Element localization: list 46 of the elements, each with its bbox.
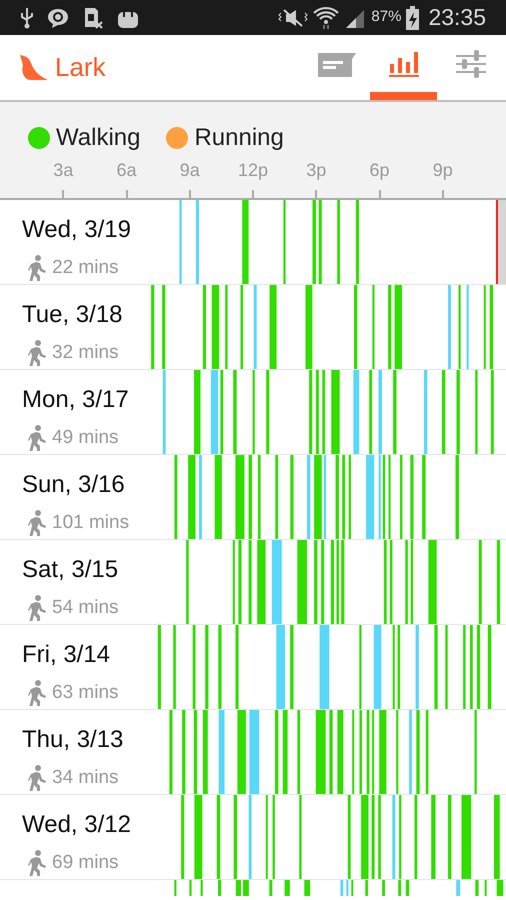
day-date: Sun, 3/16 xyxy=(22,470,126,500)
mute-icon xyxy=(278,8,308,28)
walking-duration: 49 mins xyxy=(52,426,119,450)
chat-bubble-icon xyxy=(46,6,70,28)
walking-duration: 69 mins xyxy=(52,851,119,875)
time-tick-label: 6p xyxy=(369,159,390,182)
time-tick-label: 9a xyxy=(180,159,200,182)
day-date: Wed, 3/19 xyxy=(22,215,132,245)
bar-chart-icon xyxy=(388,50,418,78)
walking-person-icon xyxy=(28,340,46,366)
day-date: Tue, 3/18 xyxy=(22,300,124,330)
time-tick-label: 6a xyxy=(116,159,137,182)
walking-duration: 54 mins xyxy=(52,596,119,620)
day-date: Fri, 3/14 xyxy=(22,640,112,670)
day-date: Mon, 3/17 xyxy=(22,385,130,415)
battery-percent: 87% xyxy=(371,7,402,28)
sim-card-icon xyxy=(82,6,104,28)
time-tick-label: 3p xyxy=(306,159,326,182)
time-tick-label: 12p xyxy=(238,159,268,182)
walking-person-icon xyxy=(28,595,46,622)
walking-duration: 32 mins xyxy=(52,341,119,365)
walking-person-icon xyxy=(28,680,46,706)
walking-person-icon xyxy=(28,425,46,452)
settings-sliders-icon xyxy=(456,48,486,78)
walking-person-icon xyxy=(28,510,46,536)
day-date: Thu, 3/13 xyxy=(22,725,124,755)
walking-person-icon xyxy=(28,850,46,876)
walking-duration: 63 mins xyxy=(52,681,119,705)
legend-label: Walking xyxy=(56,123,140,153)
day-date: Wed, 3/12 xyxy=(22,810,132,840)
day-date: Sat, 3/15 xyxy=(22,555,120,585)
walking-person-icon xyxy=(28,255,46,282)
app-title: Lark xyxy=(55,51,106,84)
wifi-icon xyxy=(313,6,340,30)
walking-duration: 34 mins xyxy=(52,766,119,790)
walking-duration: 22 mins xyxy=(52,256,119,280)
legend-label: Running xyxy=(194,123,284,153)
walking-person-icon xyxy=(28,765,46,792)
bird-logo-icon xyxy=(19,54,49,82)
clock-time: 23:35 xyxy=(428,3,486,32)
time-tick-label: 3a xyxy=(53,159,74,182)
message-icon xyxy=(318,50,356,76)
usb-icon xyxy=(20,6,34,28)
time-tick-label: 9p xyxy=(432,159,453,182)
battery-charging-icon xyxy=(406,6,420,30)
walking-duration: 101 mins xyxy=(52,511,130,535)
